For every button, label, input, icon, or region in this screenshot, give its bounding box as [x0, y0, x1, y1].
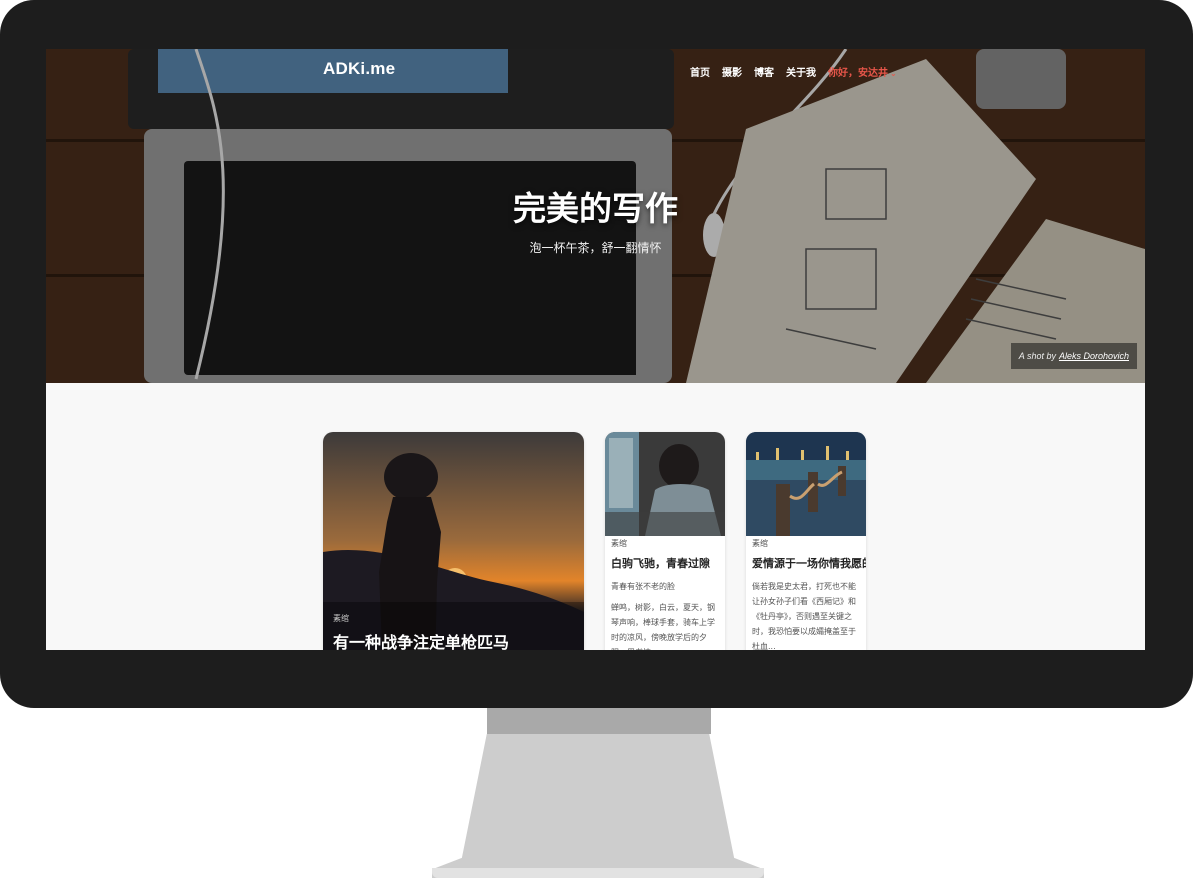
nav-item-home[interactable]: 首页	[690, 64, 710, 79]
monitor-stand-neck	[487, 708, 711, 734]
monitor-stand-foot	[432, 868, 764, 878]
post-title[interactable]: 爱情源于一场你情我愿的	[752, 555, 866, 571]
photo-credit: A shot by Aleks Dorohovich	[1010, 343, 1137, 369]
post-card[interactable]: 素绾 白驹飞驰，青春过隙 青春有张不老的脸 蝉鸣，树影，白云，夏天，钢琴声响，棒…	[605, 432, 725, 650]
main-navigation: 首页 摄影 博客 关于我 你好，安达井 ⌄	[690, 64, 897, 79]
hero-banner: ADKi.me 首页 摄影 博客 关于我 你好，安达井 ⌄ 完美的写作 泡一杯午茶…	[46, 49, 1145, 383]
nav-item-blog[interactable]: 博客	[754, 64, 774, 79]
post-thumbnail-girl-train	[605, 432, 725, 536]
post-card[interactable]: 素绾 爱情源于一场你情我愿的 倘若我是史太君，打死也不能让孙女孙子们看《西厢记》…	[746, 432, 866, 650]
photo-credit-prefix: A shot by	[1018, 351, 1056, 361]
site-logo[interactable]: ADKi.me	[323, 59, 395, 79]
post-title[interactable]: 白驹飞驰，青春过隙	[611, 555, 720, 571]
post-body: 素绾 白驹飞驰，青春过隙 青春有张不老的脸 蝉鸣，树影，白云，夏天，钢琴声响，棒…	[611, 538, 720, 650]
post-category[interactable]: 素绾	[752, 538, 861, 549]
photo-credit-author-link[interactable]: Aleks Dorohovich	[1059, 351, 1129, 361]
hero-subtitle: 泡一杯午茶，舒一翻情怀	[529, 241, 662, 255]
hero-title: 完美的写作	[513, 189, 678, 228]
post-thumbnail-sunset	[323, 432, 584, 650]
post-category[interactable]: 素绾	[611, 538, 720, 549]
nav-item-photography[interactable]: 摄影	[722, 64, 742, 79]
website-screen: ADKi.me 首页 摄影 博客 关于我 你好，安达井 ⌄ 完美的写作 泡一杯午茶…	[46, 49, 1145, 650]
user-menu-label: 你好，安达井	[828, 68, 888, 79]
post-excerpt-lead: 青春有张不老的脸	[611, 582, 675, 591]
post-title[interactable]: 有一种战争注定单枪匹马	[333, 629, 509, 650]
nav-item-user-menu[interactable]: 你好，安达井 ⌄	[828, 64, 897, 79]
post-card-featured[interactable]: 素绾 有一种战争注定单枪匹马	[323, 432, 584, 650]
post-excerpt: 倘若我是史太君，打死也不能让孙女孙子们看《西厢记》和《牡丹亭》，否则遇至关键之时…	[752, 582, 856, 650]
monitor-stand	[432, 734, 764, 878]
post-category[interactable]: 素绾	[333, 613, 349, 624]
post-body: 素绾 爱情源于一场你情我愿的 倘若我是史太君，打死也不能让孙女孙子们看《西厢记》…	[752, 538, 866, 650]
post-excerpt: 蝉鸣，树影，白云，夏天，钢琴声响，棒球手套，骑车上学时的凉风，傍晚放学后的夕阳，…	[611, 603, 715, 650]
nav-item-about[interactable]: 关于我	[786, 64, 816, 79]
chevron-down-icon: ⌄	[890, 69, 897, 78]
post-thumbnail-pier	[746, 432, 866, 536]
